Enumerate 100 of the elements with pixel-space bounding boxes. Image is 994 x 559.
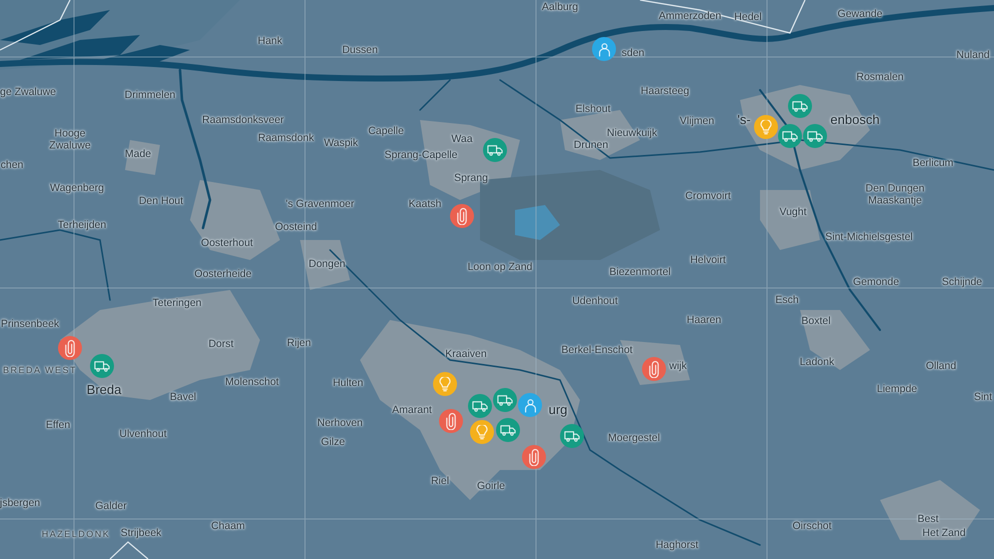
paperclip-icon: [65, 340, 75, 356]
place-label: Dorst: [208, 339, 234, 351]
place-label: Den Dungen Maaskantje: [864, 183, 926, 207]
place-label: Schijnde: [942, 277, 982, 289]
place-label: Kraaiven: [445, 349, 487, 361]
place-label: Bavel: [170, 392, 196, 404]
place-label: chen: [0, 160, 24, 172]
truck-icon: [472, 400, 488, 412]
place-label: Sint-Michielsgestel: [825, 232, 913, 244]
lightbulb-icon: [439, 376, 451, 392]
place-label: Moergestel: [608, 433, 660, 445]
place-label: Ulvenhout: [119, 429, 167, 441]
place-label: Wagenberg: [50, 183, 104, 195]
place-label: enbosch: [830, 112, 880, 128]
place-label: Molenschot: [225, 377, 279, 389]
place-label: Effen: [46, 420, 70, 432]
place-label: Waspik: [324, 138, 358, 150]
place-label: Cromvoirt: [685, 191, 731, 203]
place-label: sden: [622, 48, 644, 60]
paperclip-icon: [457, 208, 467, 224]
person-icon: [524, 398, 536, 412]
place-label: Boxtel: [801, 316, 831, 328]
place-label: Rijen: [287, 338, 311, 350]
place-label: Nuland: [956, 50, 990, 62]
place-label: Udenhout: [572, 296, 618, 308]
place-label: Hank: [258, 36, 282, 48]
place-label: Raamsdonksveer: [202, 115, 284, 127]
truck-icon: [497, 394, 513, 406]
place-label: Chaam: [211, 521, 245, 533]
place-label: Loon op Zand: [468, 262, 532, 274]
truck-icon: [487, 144, 503, 156]
truck-icon: [792, 100, 808, 112]
place-label: Gewande: [838, 9, 882, 21]
place-label: Elshout: [575, 104, 611, 116]
place-label: Dussen: [342, 45, 378, 57]
paperclip-icon: [529, 448, 539, 466]
place-label: Strijbeek: [120, 528, 162, 540]
place-label: Ammerzoden: [658, 11, 722, 23]
place-label: Gemonde: [852, 277, 900, 289]
place-label: Het Zand: [922, 528, 966, 540]
place-label: Esch: [775, 295, 799, 307]
lightbulb-icon: [760, 120, 772, 134]
paperclip-icon: [649, 360, 659, 378]
place-label: Aalburg: [542, 2, 578, 14]
place-label: Oosterhout: [201, 238, 253, 250]
truck-icon: [782, 130, 798, 142]
person-icon: [598, 42, 610, 56]
place-label: Berlicum: [912, 158, 954, 170]
place-label: Goirle: [477, 481, 505, 493]
place-label: 's Gravenmoer: [286, 199, 354, 211]
place-label: Amarant: [392, 405, 432, 417]
truck-icon: [500, 424, 516, 436]
place-label: Sprang-Capelle: [384, 150, 458, 162]
place-label: Drimmelen: [124, 90, 176, 102]
place-label: Sprang: [454, 173, 488, 185]
place-label: Capelle: [368, 126, 404, 138]
place-label: Prinsenbeek: [0, 319, 60, 331]
place-label: Galder: [95, 501, 127, 513]
place-label: BREDA WEST: [3, 366, 77, 376]
place-label: Teteringen: [152, 298, 202, 310]
place-label: Liempde: [876, 384, 918, 396]
place-label: Hulten: [332, 378, 364, 390]
place-label: Helvoirt: [690, 255, 726, 267]
place-label: Riel: [430, 476, 450, 488]
place-label: Dongen: [308, 259, 346, 271]
place-label: Terheijden: [58, 220, 106, 232]
place-label: Haaren: [686, 315, 722, 327]
place-label: Oosterheide: [194, 269, 252, 281]
place-label: Oosteind: [274, 222, 318, 234]
place-label: Haghorst: [656, 540, 698, 552]
place-label: Den Hout: [138, 196, 184, 208]
paperclip-icon: [446, 412, 456, 430]
place-label: wijk: [669, 361, 687, 373]
place-label: Nieuwkuijk: [606, 128, 658, 140]
place-label: Made: [124, 149, 152, 161]
lightbulb-icon: [476, 424, 488, 440]
place-label: Breda: [86, 382, 122, 398]
place-label: Gilze: [321, 437, 345, 449]
place-label: Best: [918, 514, 938, 526]
place-label: Vught: [779, 207, 807, 219]
place-label: Vlijmen: [680, 116, 714, 128]
place-label: Waa: [451, 134, 473, 146]
place-label: Hooge Zwaluwe: [48, 128, 92, 152]
truck-icon: [564, 430, 580, 442]
place-label: Nerhoven: [317, 418, 363, 430]
place-label: Hedel: [734, 12, 762, 24]
truck-icon: [807, 130, 823, 142]
place-label: Berkel-Enschot: [561, 345, 633, 357]
place-label: HAZELDONK: [42, 530, 110, 540]
place-label: ge Zwaluwe: [0, 87, 56, 99]
place-label: Rosmalen: [856, 72, 904, 84]
place-label: Sint: [974, 392, 992, 404]
place-label: Biezenmortel: [609, 267, 671, 279]
place-label: 's-: [737, 112, 751, 128]
place-label: urg: [548, 402, 568, 418]
place-label: Oirschot: [792, 521, 832, 533]
truck-icon: [94, 360, 110, 372]
place-label: Ladonk: [800, 357, 834, 369]
place-label: Kaatsh: [408, 199, 442, 211]
place-label: Raamsdonk: [258, 133, 314, 145]
